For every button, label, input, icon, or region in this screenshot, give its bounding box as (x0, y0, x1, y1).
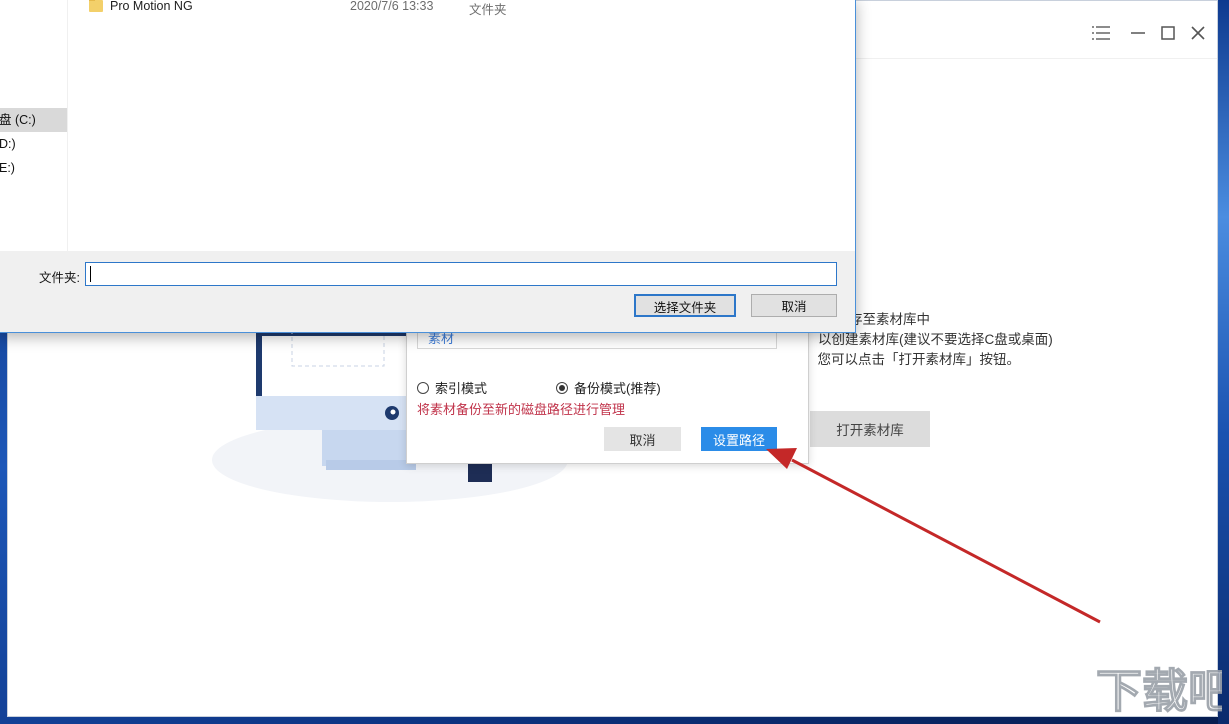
nav-item-drive-c[interactable]: 盘 (C:) (0, 108, 67, 132)
navigation-pane: 盘 (C:) D:) E:) (0, 0, 68, 251)
file-name: Pro Motion NG (110, 0, 193, 13)
maximize-icon[interactable] (1156, 21, 1180, 45)
dialog-cancel-button[interactable]: 取消 (604, 427, 681, 451)
watermark-logo: 下载吧 (1094, 657, 1222, 719)
description-line-1: 存至素材库中 (849, 308, 930, 328)
nav-item-drive-e[interactable]: E:) (0, 156, 67, 180)
file-row[interactable]: Pro Motion NG 2020/7/6 13:33 文件夹 (69, 0, 849, 17)
mode-note: 将素材备份至新的磁盘路径进行管理 (417, 399, 625, 418)
open-library-button[interactable]: 打开素材库 (810, 411, 930, 447)
backup-mode-label: 备份模式(推荐) (574, 378, 661, 397)
set-path-button[interactable]: 设置路径 (701, 427, 777, 451)
picker-footer: 文件夹: 选择文件夹 取消 (0, 251, 855, 332)
backup-mode-radio[interactable]: 备份模式(推荐) (556, 378, 661, 397)
radio-checked-icon (556, 382, 568, 394)
select-folder-button[interactable]: 选择文件夹 (634, 294, 736, 317)
nav-item-drive-d[interactable]: D:) (0, 132, 67, 156)
folder-picker-window: Pro Motion NG 2020/7/6 13:33 文件夹 盘 (C:) … (0, 0, 856, 333)
minimize-icon[interactable] (1126, 21, 1150, 45)
desktop-edge (1218, 0, 1229, 724)
text-caret (90, 266, 91, 282)
description-line-3: ，您可以点击「打开素材库」按钮。 (804, 348, 1020, 368)
folder-icon (89, 0, 103, 12)
close-icon[interactable] (1186, 21, 1210, 45)
svg-text:下载吧: 下载吧 (1096, 664, 1222, 718)
index-mode-label: 索引模式 (435, 378, 487, 397)
menu-icon[interactable] (1089, 21, 1113, 45)
folder-label: 文件夹: (39, 267, 80, 286)
file-date: 2020/7/6 13:33 (350, 0, 433, 13)
index-mode-radio[interactable]: 索引模式 (417, 378, 487, 397)
radio-unchecked-icon (417, 382, 429, 394)
file-type: 文件夹 (469, 0, 507, 18)
picker-cancel-button[interactable]: 取消 (751, 294, 837, 317)
folder-input[interactable] (85, 262, 837, 286)
